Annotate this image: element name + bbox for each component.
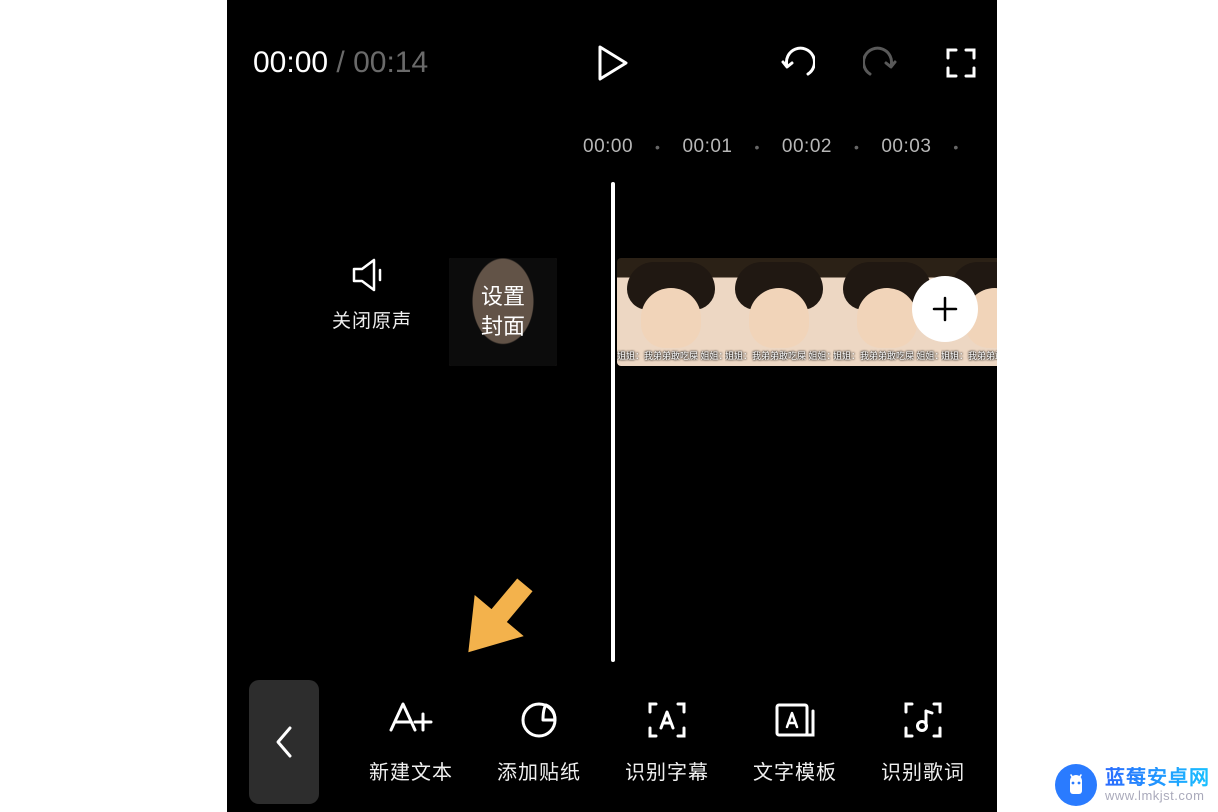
tool-label: 识别字幕 (625, 756, 709, 785)
tool-label: 添加贴纸 (497, 756, 581, 785)
set-cover-button[interactable]: 设置 封面 (449, 258, 557, 366)
timeline[interactable]: 关闭原声 设置 封面 姐姐：我弟弟敢吃屎 姐姐：我弟弟敢吃屎 姐姐：你弟弟 姐姐… (227, 168, 997, 672)
timeline-ruler[interactable]: 00:00 • 00:01 • 00:02 • 00:03 • (227, 126, 997, 168)
tool-label: 文字模板 (753, 756, 837, 785)
player-controls (781, 46, 977, 80)
tool-text-template[interactable]: 文字模板 (753, 700, 837, 785)
watermark-logo-icon (1055, 764, 1097, 806)
clip-caption: 姐姐：我弟弟敢吃屎 姐姐：我弟弟敢吃屎 姐姐：你弟弟 (725, 349, 833, 362)
undo-icon (781, 46, 815, 80)
new-text-icon (387, 700, 435, 740)
redo-icon (863, 46, 897, 80)
time-sep: / (328, 46, 353, 79)
ruler-dot: • (854, 139, 859, 155)
plus-icon (931, 295, 959, 323)
ruler-dot: • (655, 139, 660, 155)
ruler-tick: 00:00 (583, 136, 633, 158)
speaker-icon (352, 258, 392, 292)
playhead[interactable] (611, 182, 615, 662)
player-bar: 00:00 / 00:14 (227, 0, 997, 126)
tool-recognize-lyrics[interactable]: 识别歌词 (881, 700, 965, 785)
watermark-url: www.lmkjst.com (1105, 789, 1210, 803)
recognize-subtitles-icon (646, 700, 688, 740)
text-toolbar: 新建文本 添加贴纸 识别字幕 (227, 672, 997, 812)
play-icon (596, 45, 628, 81)
ruler-tick: 00:02 (782, 136, 832, 158)
sticker-icon (519, 700, 559, 740)
back-button[interactable] (249, 680, 319, 804)
ruler-tick: 00:03 (881, 136, 931, 158)
mute-original-audio[interactable]: 关闭原声 (332, 258, 412, 333)
ruler-dot: • (755, 139, 760, 155)
ruler-dot: • (953, 139, 958, 155)
redo-button[interactable] (863, 46, 897, 80)
clip-caption: 姐姐：我弟弟敢吃屎 姐姐：我弟弟敢吃屎 姐姐：你弟弟 (833, 349, 941, 362)
mute-label: 关闭原声 (332, 306, 412, 333)
text-template-icon (773, 700, 817, 740)
ruler-tick: 00:01 (682, 136, 732, 158)
play-button[interactable] (596, 45, 628, 81)
clip-caption: 姐姐：我弟弟敢吃屎 姐姐：我弟弟敢吃屎 姐姐：你弟弟 (617, 349, 725, 362)
chevron-left-icon (274, 725, 294, 759)
tool-label: 识别歌词 (881, 756, 965, 785)
watermark-title: 蓝莓安卓网 (1105, 767, 1210, 789)
cover-label: 设置 封面 (481, 282, 525, 341)
clip-frame: 姐姐：我弟弟敢吃屎 姐姐：我弟弟敢吃屎 姐姐：你弟弟 (617, 258, 725, 366)
current-time: 00:00 (253, 46, 328, 79)
timecode: 00:00 / 00:14 (253, 46, 428, 80)
recognize-lyrics-icon (902, 700, 944, 740)
fullscreen-button[interactable] (945, 47, 977, 79)
fullscreen-icon (945, 47, 977, 79)
total-time: 00:14 (353, 46, 428, 79)
clip-caption: 姐姐：我弟弟敢吃屎 姐姐：我弟弟敢吃屎 姐姐：你弟弟 (941, 349, 997, 362)
clip-frame: 姐姐：我弟弟敢吃屎 姐姐：我弟弟敢吃屎 姐姐：你弟弟 (725, 258, 833, 366)
tool-recognize-subtitles[interactable]: 识别字幕 (625, 700, 709, 785)
tool-new-text[interactable]: 新建文本 (369, 700, 453, 785)
add-clip-button[interactable] (912, 276, 978, 342)
watermark: 蓝莓安卓网 www.lmkjst.com (1055, 764, 1210, 806)
tool-add-sticker[interactable]: 添加贴纸 (497, 700, 581, 785)
undo-button[interactable] (781, 46, 815, 80)
arrow-down-icon (426, 548, 567, 689)
tool-label: 新建文本 (369, 756, 453, 785)
video-editor-app: 00:00 / 00:14 (227, 0, 997, 812)
